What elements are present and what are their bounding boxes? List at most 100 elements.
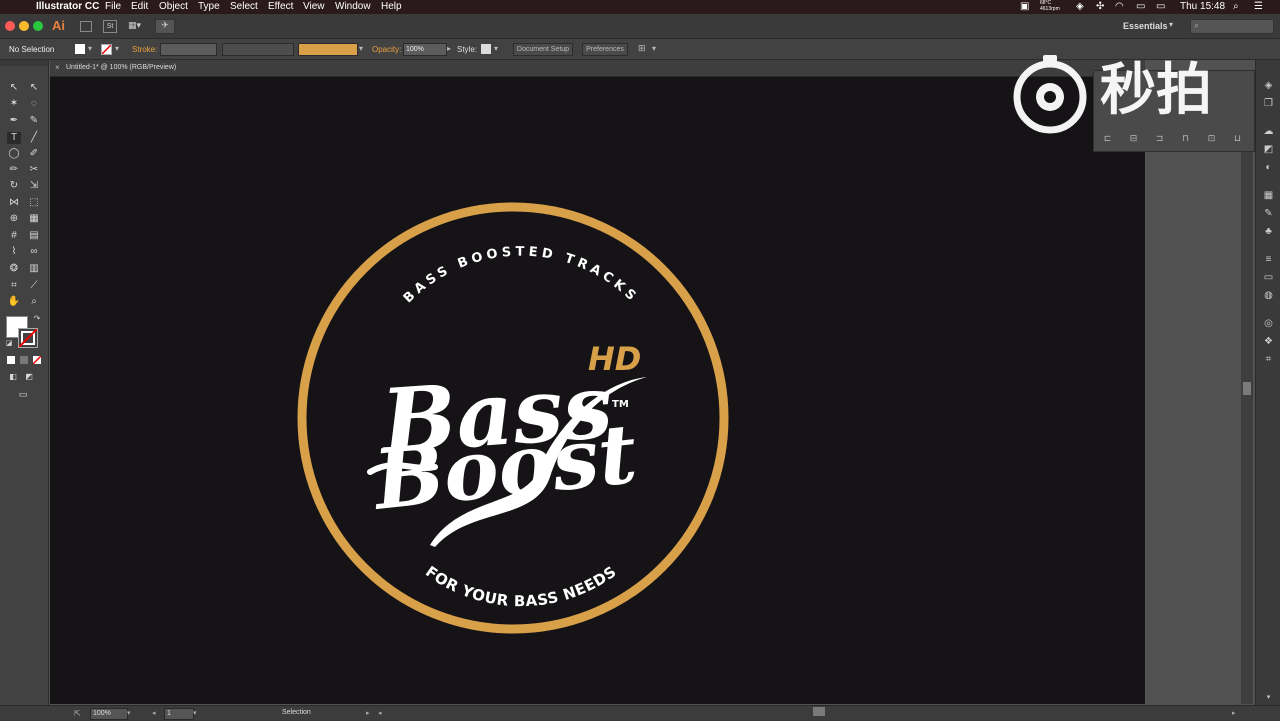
variable-width-profile[interactable] bbox=[222, 43, 294, 56]
gpu-performance-icon[interactable]: ✈ bbox=[155, 19, 175, 34]
column-graph-tool-icon[interactable]: ▥ bbox=[27, 263, 41, 275]
current-tool-status[interactable]: Selection bbox=[282, 709, 311, 716]
scroll-left-icon[interactable]: ◂ bbox=[378, 709, 382, 717]
curvature-tool-icon[interactable]: ✎ bbox=[27, 115, 41, 127]
screen-mode-icon[interactable]: ▭ bbox=[16, 388, 30, 400]
brushes-icon[interactable]: ✎ bbox=[1263, 208, 1274, 219]
opacity-field[interactable]: 100% bbox=[403, 43, 447, 56]
menu-edit[interactable]: Edit bbox=[131, 1, 148, 12]
artboard-canvas[interactable]: BASS BOOSTED TRACKS FOR YOUR BASS NEEDS … bbox=[50, 77, 1145, 704]
selection-tool-icon[interactable]: ↖ bbox=[7, 82, 21, 94]
menu-help[interactable]: Help bbox=[381, 1, 402, 12]
mesh-tool-icon[interactable]: # bbox=[7, 230, 21, 242]
cpu-temp-widget[interactable]: 68°C 4613rpm bbox=[1040, 0, 1060, 12]
graphic-style-swatch[interactable] bbox=[481, 44, 491, 54]
preferences-button[interactable]: Preferences bbox=[582, 43, 628, 56]
panel-menu-icon[interactable]: ▾ bbox=[652, 44, 656, 53]
arrange-icon[interactable]: ⊞ bbox=[638, 43, 646, 54]
zoom-dropdown-icon[interactable]: ▾ bbox=[127, 709, 131, 717]
paintbrush-tool-icon[interactable]: ✐ bbox=[27, 148, 41, 160]
workspace-switcher[interactable]: Essentials bbox=[1123, 21, 1168, 31]
direct-selection-tool-icon[interactable]: ↖ bbox=[27, 82, 41, 94]
swatches-icon[interactable]: ▦ bbox=[1263, 190, 1274, 201]
menu-window[interactable]: Window bbox=[335, 1, 371, 12]
zoom-icon[interactable]: ⇱ bbox=[74, 709, 81, 718]
horizontal-scroll-thumb[interactable] bbox=[813, 707, 825, 716]
zoom-window-button[interactable] bbox=[33, 21, 43, 31]
style-dropdown-icon[interactable]: ▾ bbox=[494, 44, 498, 53]
menu-view[interactable]: View bbox=[303, 1, 325, 12]
vertical-scroll-thumb[interactable] bbox=[1243, 382, 1251, 395]
zoom-level-field[interactable]: 100% bbox=[90, 708, 128, 720]
line-segment-tool-icon[interactable]: ╱ bbox=[27, 132, 41, 144]
previous-artboard-icon[interactable]: ◂ bbox=[152, 709, 156, 717]
gradient-tool-icon[interactable]: ▤ bbox=[27, 230, 41, 242]
close-document-icon[interactable]: × bbox=[55, 63, 60, 72]
default-fill-stroke-icon[interactable]: ◪ bbox=[2, 338, 16, 350]
search-stock-input[interactable]: ⌕ bbox=[1190, 19, 1274, 34]
sync-icon[interactable]: ✣ bbox=[1096, 1, 1104, 12]
drawing-mode-icon[interactable]: ◧ bbox=[6, 371, 20, 383]
scale-tool-icon[interactable]: ⇲ bbox=[27, 180, 41, 192]
app-menu[interactable]: Illustrator CC bbox=[36, 1, 99, 12]
workspace-dropdown-icon[interactable]: ▾ bbox=[1169, 20, 1173, 29]
rotate-tool-icon[interactable]: ↻ bbox=[7, 180, 21, 192]
type-tool-icon[interactable]: T bbox=[7, 132, 21, 144]
symbol-sprayer-tool-icon[interactable]: ❂ bbox=[7, 263, 21, 275]
scissors-tool-icon[interactable]: ✂ bbox=[27, 164, 41, 176]
asset-export-icon[interactable]: ◩ bbox=[1263, 144, 1274, 155]
stroke-weight-field[interactable] bbox=[160, 43, 217, 56]
eyedropper-tool-icon[interactable]: ⌇ bbox=[7, 246, 21, 258]
stroke-swatch[interactable] bbox=[101, 44, 112, 55]
shape-builder-tool-icon[interactable]: ⊕ bbox=[7, 213, 21, 225]
stock-icon[interactable]: St bbox=[103, 20, 117, 33]
none-mode-button[interactable] bbox=[33, 356, 41, 364]
symbols-icon[interactable]: ♣ bbox=[1263, 226, 1274, 237]
zoom-tool-icon[interactable]: ⌕ bbox=[27, 296, 41, 308]
free-transform-tool-icon[interactable]: ⬚ bbox=[27, 197, 41, 209]
menu-effect[interactable]: Effect bbox=[268, 1, 293, 12]
color-guide-icon[interactable]: ◐ bbox=[1263, 162, 1274, 173]
stroke-dropdown-icon[interactable]: ▾ bbox=[115, 44, 119, 53]
hand-tool-icon[interactable]: ✋ bbox=[7, 296, 21, 308]
fill-dropdown-icon[interactable]: ▾ bbox=[88, 44, 92, 53]
menu-type[interactable]: Type bbox=[198, 1, 220, 12]
opacity-dropdown-icon[interactable]: ▸ bbox=[447, 44, 451, 53]
wifi-icon[interactable]: ◠ bbox=[1115, 1, 1124, 12]
bridge-icon[interactable] bbox=[80, 21, 92, 32]
stroke-label[interactable]: Stroke: bbox=[132, 45, 157, 54]
transparency-icon[interactable]: ◍ bbox=[1263, 290, 1274, 301]
pencil-tool-icon[interactable]: ✏ bbox=[7, 164, 21, 176]
menu-object[interactable]: Object bbox=[159, 1, 188, 12]
gradient-panel-icon[interactable]: ▭ bbox=[1263, 272, 1274, 283]
menu-file[interactable]: File bbox=[105, 1, 121, 12]
spotlight-icon[interactable]: ⌕ bbox=[1233, 1, 1239, 12]
status-menu-icon[interactable]: ▸ bbox=[366, 709, 370, 717]
screen-record-icon[interactable]: ▣ bbox=[1020, 1, 1029, 12]
ellipse-tool-icon[interactable]: ◯ bbox=[7, 148, 21, 160]
brush-definition[interactable] bbox=[298, 43, 358, 56]
stroke-color-box[interactable] bbox=[18, 328, 38, 348]
magic-wand-tool-icon[interactable]: ✶ bbox=[7, 98, 21, 110]
libraries-icon[interactable]: ☁ bbox=[1263, 126, 1274, 137]
gradient-mode-button[interactable] bbox=[20, 356, 28, 364]
clock[interactable]: Thu 15:48 bbox=[1180, 1, 1225, 12]
align-bottom-icon[interactable]: ⊔ bbox=[1232, 133, 1243, 143]
slice-tool-icon[interactable]: ⟋ bbox=[27, 280, 41, 292]
document-tab-title[interactable]: Untitled-1* @ 100% (RGB/Preview) bbox=[66, 64, 176, 71]
brush-dropdown-icon[interactable]: ▾ bbox=[359, 44, 363, 53]
artboard-dropdown-icon[interactable]: ▾ bbox=[193, 709, 197, 717]
color-mode-button[interactable] bbox=[7, 356, 15, 364]
arrange-documents-icon[interactable]: ▦▾ bbox=[128, 20, 148, 31]
draw-inside-icon[interactable]: ◩ bbox=[22, 371, 36, 383]
notification-center-icon[interactable]: ☰ bbox=[1254, 1, 1263, 12]
width-tool-icon[interactable]: ⋈ bbox=[7, 197, 21, 209]
pen-tool-icon[interactable]: ✒ bbox=[7, 115, 21, 127]
close-window-button[interactable] bbox=[5, 21, 15, 31]
appearance-icon[interactable]: ◎ bbox=[1263, 318, 1274, 329]
layers-icon[interactable]: ◈ bbox=[1263, 80, 1274, 91]
scroll-down-icon[interactable]: ▾ bbox=[1263, 692, 1274, 703]
artboard-number-field[interactable]: 1 bbox=[164, 708, 194, 720]
swap-fill-stroke-icon[interactable]: ↷ bbox=[30, 313, 44, 325]
minimize-window-button[interactable] bbox=[19, 21, 29, 31]
